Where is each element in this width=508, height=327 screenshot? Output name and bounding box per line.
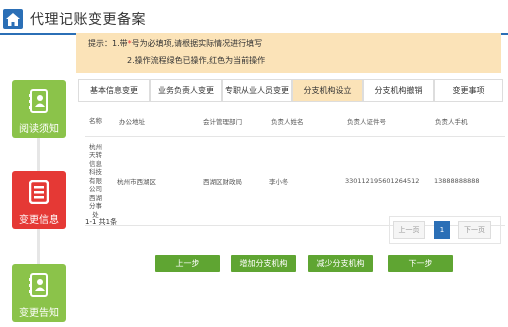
notice-panel: 提示：1.带*号为必填项,请根据实际情况进行填写 2.操作流程绿色已操作,红色为… — [76, 33, 501, 73]
prev-page-button[interactable]: 上一页 — [393, 221, 425, 239]
column-header-id: 负责人证件号 — [347, 118, 386, 126]
change-tabs: 基本信息变更 业务负责人变更 专职从业人员变更 分支机构设立 分支机构撤销 变更… — [78, 79, 503, 102]
remove-branch-button[interactable]: 减少分支机构 — [308, 255, 373, 272]
tab-branch-setup[interactable]: 分支机构设立 — [292, 79, 363, 101]
cell-id-number: 330112195601264512 — [345, 177, 420, 185]
column-header-phone: 负责人手机 — [435, 118, 468, 126]
tab-branch-cancel[interactable]: 分支机构撤销 — [363, 79, 434, 101]
prev-step-button[interactable]: 上一步 — [155, 255, 220, 272]
page-title: 代理记账变更备案 — [30, 12, 146, 28]
column-header-manager: 负责人姓名 — [271, 118, 304, 126]
page-header: 代理记账变更备案 — [0, 6, 508, 35]
next-step-button[interactable]: 下一步 — [388, 255, 453, 272]
tab-business-manager[interactable]: 业务负责人变更 — [150, 79, 222, 101]
column-header-dept: 会计管理部门 — [203, 118, 242, 126]
step-read-notice[interactable]: 阅读须知 — [12, 80, 66, 138]
cell-name: 杭州天转信息科技有限公司西湖分事处 — [89, 142, 102, 219]
table-row[interactable]: 杭州天转信息科技有限公司西湖分事处 杭州市西湖区 西湖区财政局 李小冬 3301… — [85, 136, 505, 226]
home-icon[interactable] — [3, 9, 23, 29]
page-1-button[interactable]: 1 — [434, 221, 450, 239]
cell-address: 杭州市西湖区 — [117, 178, 156, 186]
document-icon — [29, 273, 48, 297]
column-header-name: 名称 — [89, 116, 102, 125]
add-branch-button[interactable]: 增加分支机构 — [231, 255, 296, 272]
cell-phone: 13888888888 — [434, 177, 480, 185]
step-label: 变更告知 — [19, 308, 59, 319]
notice-prefix: 提示：1.带 — [88, 39, 128, 48]
tab-basic-info[interactable]: 基本信息变更 — [78, 79, 150, 101]
step-label: 变更信息 — [19, 215, 59, 226]
tab-change-items[interactable]: 变更事项 — [434, 79, 503, 101]
notice-line-2: 2.操作流程绿色已操作,红色为当前操作 — [127, 56, 266, 65]
tab-staff[interactable]: 专职从业人员变更 — [222, 79, 292, 101]
cell-manager: 李小冬 — [269, 178, 289, 186]
next-page-button[interactable]: 下一页 — [458, 221, 491, 239]
step-label: 阅读须知 — [19, 124, 59, 135]
list-document-icon — [29, 180, 49, 204]
notice-line-1-text: 号为必填项,请根据实际情况进行填写 — [131, 39, 263, 48]
document-icon — [29, 89, 48, 113]
cell-dept: 西湖区财政局 — [203, 178, 242, 186]
step-change-info[interactable]: 变更信息 — [12, 171, 66, 229]
step-change-notice[interactable]: 变更告知 — [12, 264, 66, 322]
notice-line-1: 提示：1.带*号为必填项,请根据实际情况进行填写 — [88, 38, 262, 49]
pagination-summary: 1-1 共1条 — [85, 218, 118, 226]
column-header-address: 办公地址 — [119, 118, 145, 126]
